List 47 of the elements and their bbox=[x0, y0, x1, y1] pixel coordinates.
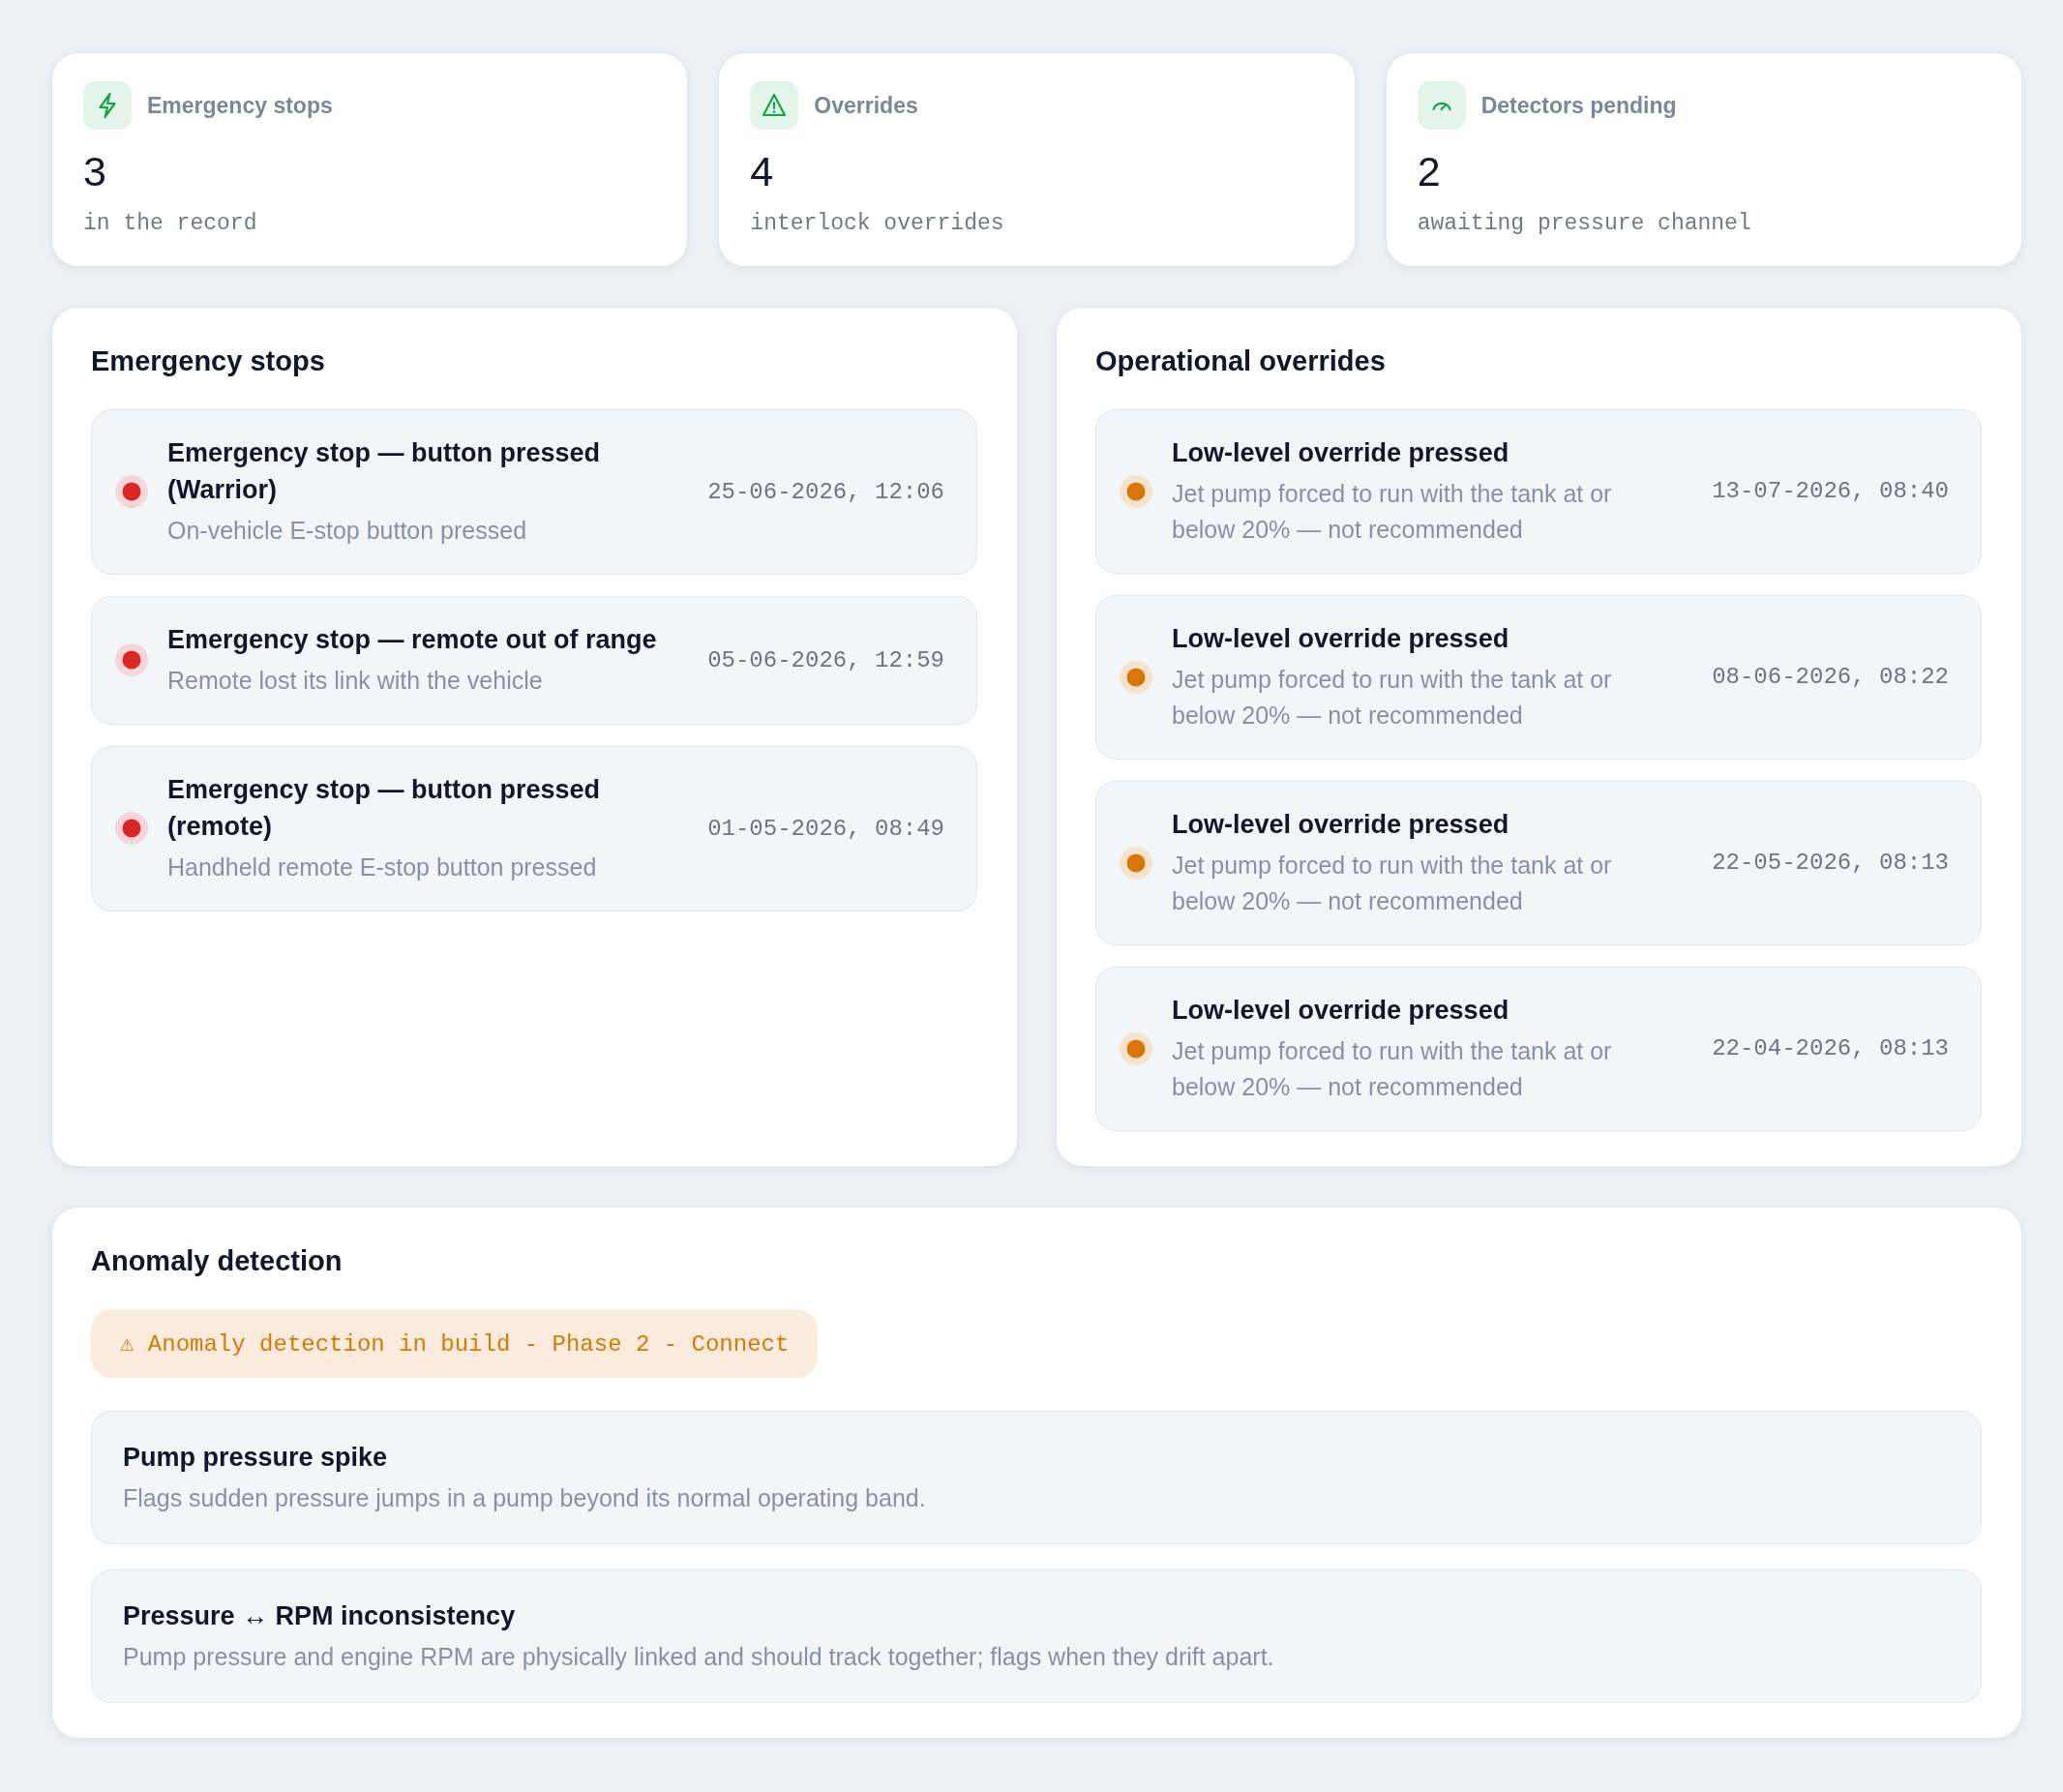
stat-label: Emergency stops bbox=[147, 92, 333, 119]
event-detail: Jet pump forced to run with the tank at or below 20% — not recommended bbox=[1172, 665, 1613, 731]
stat-label: Overrides bbox=[814, 92, 918, 119]
event-time: 08-06-2026, 08:22 bbox=[1712, 664, 1949, 690]
status-dot-icon bbox=[1120, 846, 1152, 880]
status-dot-icon bbox=[1120, 1031, 1152, 1065]
status-dot-icon bbox=[1120, 660, 1152, 694]
stat-note: in the record bbox=[83, 211, 257, 236]
panel-title: Emergency stops bbox=[91, 345, 325, 376]
detector-description: Pump pressure and engine RPM are physically linked and should track together; flags when they drift apart. bbox=[123, 1643, 1274, 1670]
status-dot-icon bbox=[115, 643, 148, 676]
stat-label: Detectors pending bbox=[1480, 92, 1677, 119]
lightning-icon bbox=[83, 81, 132, 130]
event-detail: Remote lost its link with the vehicle bbox=[167, 666, 544, 696]
event-title: Emergency stop — button pressed (Warrior) bbox=[167, 438, 601, 504]
stat-note: interlock overrides bbox=[750, 211, 1004, 236]
gauge-icon bbox=[1417, 81, 1466, 130]
status-dot-icon bbox=[115, 812, 148, 845]
event-title: Low-level override pressed bbox=[1172, 438, 1510, 467]
event-title: Low-level override pressed bbox=[1172, 996, 1510, 1025]
event-title: Emergency stop — button pressed (remote) bbox=[167, 775, 601, 841]
event-detail: Jet pump forced to run with the tank at or below 20% — not recommended bbox=[1172, 1036, 1613, 1102]
panel-title: Anomaly detection bbox=[91, 1245, 343, 1276]
stat-value: 2 bbox=[1417, 148, 1441, 194]
detector-title: Pump pressure spike bbox=[123, 1443, 388, 1472]
detector-description: Flags sudden pressure jumps in a pump beyond its normal operating band. bbox=[123, 1484, 926, 1511]
stat-value: 4 bbox=[750, 148, 774, 194]
stat-value: 3 bbox=[83, 148, 106, 194]
event-detail: Jet pump forced to run with the tank at or below 20% — not recommended bbox=[1172, 851, 1613, 916]
event-detail: On-vehicle E-stop button pressed bbox=[167, 516, 528, 546]
event-time: 22-05-2026, 08:13 bbox=[1712, 850, 1949, 876]
notice-banner: ⚠ Anomaly detection in build - Phase 2 - Connect bbox=[91, 1309, 819, 1378]
status-dot-icon bbox=[115, 475, 148, 508]
event-title: Low-level override pressed bbox=[1172, 624, 1510, 653]
status-dot-icon bbox=[1120, 474, 1152, 508]
event-time: 25-06-2026, 12:06 bbox=[707, 478, 944, 505]
event-title: Emergency stop — remote out of range bbox=[167, 625, 657, 654]
event-detail: Jet pump forced to run with the tank at or below 20% — not recommended bbox=[1172, 479, 1613, 545]
stat-note: awaiting pressure channel bbox=[1417, 211, 1751, 236]
panel-title: Operational overrides bbox=[1095, 345, 1386, 376]
detector-title: Pressure ↔ RPM inconsistency bbox=[123, 1601, 516, 1630]
event-detail: Handheld remote E-stop button pressed bbox=[167, 852, 598, 882]
event-time: 01-05-2026, 08:49 bbox=[707, 815, 944, 842]
event-title: Low-level override pressed bbox=[1172, 810, 1510, 839]
event-time: 05-06-2026, 12:59 bbox=[707, 646, 944, 673]
event-time: 13-07-2026, 08:40 bbox=[1712, 478, 1949, 504]
event-time: 22-04-2026, 08:13 bbox=[1712, 1035, 1949, 1061]
